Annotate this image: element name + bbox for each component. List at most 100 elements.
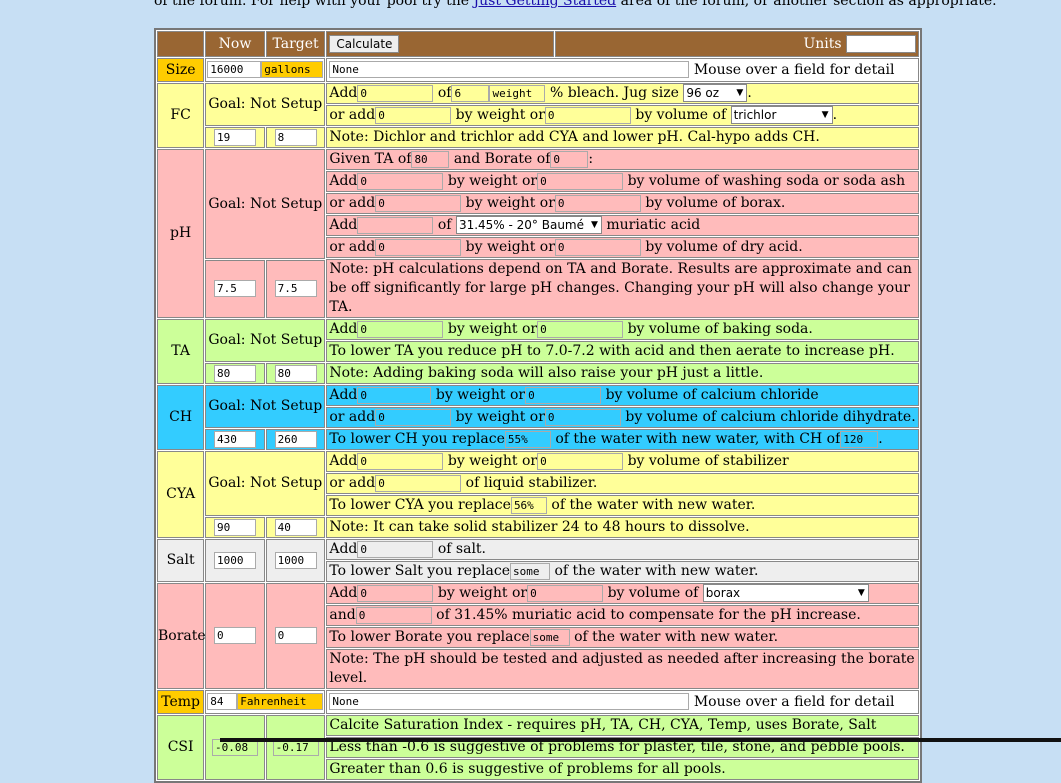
fc-jug-select[interactable]: 96 oz bbox=[683, 84, 748, 102]
salt-target-input[interactable] bbox=[274, 551, 317, 569]
ph-dry-weight-input[interactable] bbox=[375, 238, 462, 256]
ta-now-input[interactable] bbox=[214, 364, 257, 382]
salt-line-2: To lower Salt you replace of the water w… bbox=[326, 561, 919, 582]
salt-now-input[interactable] bbox=[214, 551, 257, 569]
ph-line-1: Given TA of and Borate of: bbox=[326, 149, 919, 170]
borate-now-input[interactable] bbox=[214, 627, 257, 644]
ta-baking-soda-text: by volume of baking soda. bbox=[627, 321, 813, 337]
cya-volume-input[interactable] bbox=[537, 452, 624, 470]
ph-now-cell bbox=[205, 260, 265, 318]
ch-lower-text: To lower CH you replace bbox=[329, 431, 505, 447]
pool-calculator-table: Now Target Calculate Units U.S. Size Mou… bbox=[154, 28, 922, 783]
ph-line-5: or add by weight or by volume of dry aci… bbox=[326, 237, 919, 258]
ph-now-input[interactable] bbox=[214, 280, 257, 297]
ch-or-add-text: or add bbox=[329, 409, 376, 425]
cya-target-input[interactable] bbox=[274, 518, 317, 536]
fc-pct-input[interactable] bbox=[451, 84, 490, 102]
ph-target-input[interactable] bbox=[274, 280, 317, 297]
temp-unit-input[interactable] bbox=[237, 693, 324, 710]
fc-pct-unit-input[interactable] bbox=[489, 84, 546, 102]
units-label: Units bbox=[803, 35, 842, 52]
ch-target-input[interactable] bbox=[274, 430, 317, 448]
ch-replace-input[interactable] bbox=[504, 430, 551, 448]
salt-now-cell bbox=[205, 539, 265, 582]
ph-soda-volume-input[interactable] bbox=[537, 172, 624, 190]
ch-goal: Goal: Not Setup bbox=[205, 385, 326, 428]
salt-lower-text-2: of the water with new water. bbox=[554, 563, 759, 579]
salt-weight-input[interactable] bbox=[357, 540, 434, 558]
cya-liquid-input[interactable] bbox=[375, 474, 462, 492]
ph-ta-input[interactable] bbox=[411, 150, 450, 168]
ch-now-input[interactable] bbox=[214, 430, 257, 448]
ch-dihydrate-weight-input[interactable] bbox=[375, 408, 452, 426]
ta-target-input[interactable] bbox=[274, 364, 317, 382]
ph-soda-weight-input[interactable] bbox=[357, 172, 444, 190]
salt-replace-input[interactable] bbox=[510, 562, 550, 580]
fc-volume-input[interactable] bbox=[544, 106, 631, 124]
size-info-input[interactable] bbox=[329, 61, 690, 78]
ph-acid-select[interactable]: 31.45% - 20° Baumé bbox=[455, 216, 602, 234]
salt-text: of salt. bbox=[437, 541, 487, 557]
fc-row-3: Note: Dichlor and trichlor add CYA and l… bbox=[157, 127, 919, 148]
fc-line-2: or add by weight or by volume of trichlo… bbox=[326, 105, 919, 126]
cya-now-input[interactable] bbox=[214, 518, 257, 536]
ta-note: Note: Adding baking soda will also raise… bbox=[326, 363, 919, 384]
borate-replace-input[interactable] bbox=[529, 628, 570, 646]
borate-note: Note: The pH should be tested and adjust… bbox=[326, 649, 919, 689]
borate-chem-value: borax bbox=[705, 586, 741, 600]
borate-chem-select[interactable]: borax bbox=[702, 584, 869, 602]
borate-acid-input[interactable] bbox=[355, 606, 432, 624]
fc-target-input[interactable] bbox=[274, 128, 317, 146]
ta-volume-input[interactable] bbox=[537, 320, 624, 338]
fc-or-add-text: or add bbox=[329, 107, 376, 123]
ta-now-cell bbox=[205, 363, 265, 384]
salt-line-1: Add of salt. bbox=[326, 539, 919, 560]
header-now: Now bbox=[205, 31, 265, 57]
calculate-button[interactable]: Calculate bbox=[329, 34, 400, 53]
ph-dry-volume-input[interactable] bbox=[554, 238, 641, 256]
cya-replace-input[interactable] bbox=[510, 496, 547, 514]
borate-row-1: Borate Add by weight or by volume of bor… bbox=[157, 583, 919, 689]
borate-target-input[interactable] bbox=[274, 627, 317, 644]
ph-dry-text: by volume of dry acid. bbox=[645, 239, 803, 255]
csi-target-cell bbox=[265, 715, 326, 780]
ch-add-text: Add bbox=[329, 387, 358, 403]
ch-new-water-input[interactable] bbox=[840, 430, 879, 448]
cya-line-1: Add by weight or by volume of stabilizer bbox=[326, 451, 919, 472]
size-unit-input[interactable] bbox=[261, 61, 324, 78]
cya-weight-input[interactable] bbox=[357, 452, 444, 470]
fc-chem-select[interactable]: trichlor bbox=[730, 106, 833, 124]
ch-dihydrate-volume-input[interactable] bbox=[544, 408, 621, 426]
ch-lower-line: To lower CH you replace of the water wit… bbox=[326, 429, 919, 450]
ph-borax-volume-input[interactable] bbox=[554, 194, 641, 212]
ph-borax-weight-input[interactable] bbox=[375, 194, 462, 212]
temp-info-input[interactable] bbox=[329, 693, 690, 710]
temp-input[interactable] bbox=[207, 693, 238, 710]
units-select[interactable]: U.S. bbox=[846, 34, 916, 53]
borate-volume-input[interactable] bbox=[527, 584, 604, 602]
ch-cacl-volume-input[interactable] bbox=[525, 386, 602, 404]
borate-weight-input[interactable] bbox=[357, 584, 434, 602]
ch-row-1: CH Goal: Not Setup Add by weight or by v… bbox=[157, 385, 919, 450]
fc-add-input[interactable] bbox=[357, 84, 434, 102]
ph-acid-input[interactable] bbox=[357, 216, 434, 234]
header-target: Target bbox=[265, 31, 326, 57]
ta-line-1: Add by weight or by volume of baking sod… bbox=[326, 319, 919, 340]
ph-row-1: pH Goal: Not Setup Given TA of and Borat… bbox=[157, 149, 919, 318]
ta-weight-input[interactable] bbox=[357, 320, 444, 338]
ta-row-3: Note: Adding baking soda will also raise… bbox=[157, 363, 919, 384]
borate-line-2: and of 31.45% muriatic acid to compensat… bbox=[326, 605, 919, 626]
size-input[interactable] bbox=[207, 61, 262, 78]
header-blank bbox=[157, 31, 205, 57]
fc-now-input[interactable] bbox=[214, 128, 257, 146]
fc-weight-input[interactable] bbox=[375, 106, 452, 124]
salt-row-1: Salt Add of salt. bbox=[157, 539, 919, 582]
just-getting-started-link[interactable]: Just Getting Started bbox=[474, 0, 617, 9]
ta-lower: To lower TA you reduce pH to 7.0-7.2 wit… bbox=[326, 341, 919, 362]
ph-borate-input[interactable] bbox=[550, 150, 589, 168]
fc-label: FC bbox=[157, 83, 205, 148]
ph-of-text: of bbox=[437, 217, 452, 233]
ch-cacl-weight-input[interactable] bbox=[357, 386, 432, 404]
temp-label: Temp bbox=[157, 690, 205, 714]
borate-now-cell bbox=[205, 583, 265, 689]
